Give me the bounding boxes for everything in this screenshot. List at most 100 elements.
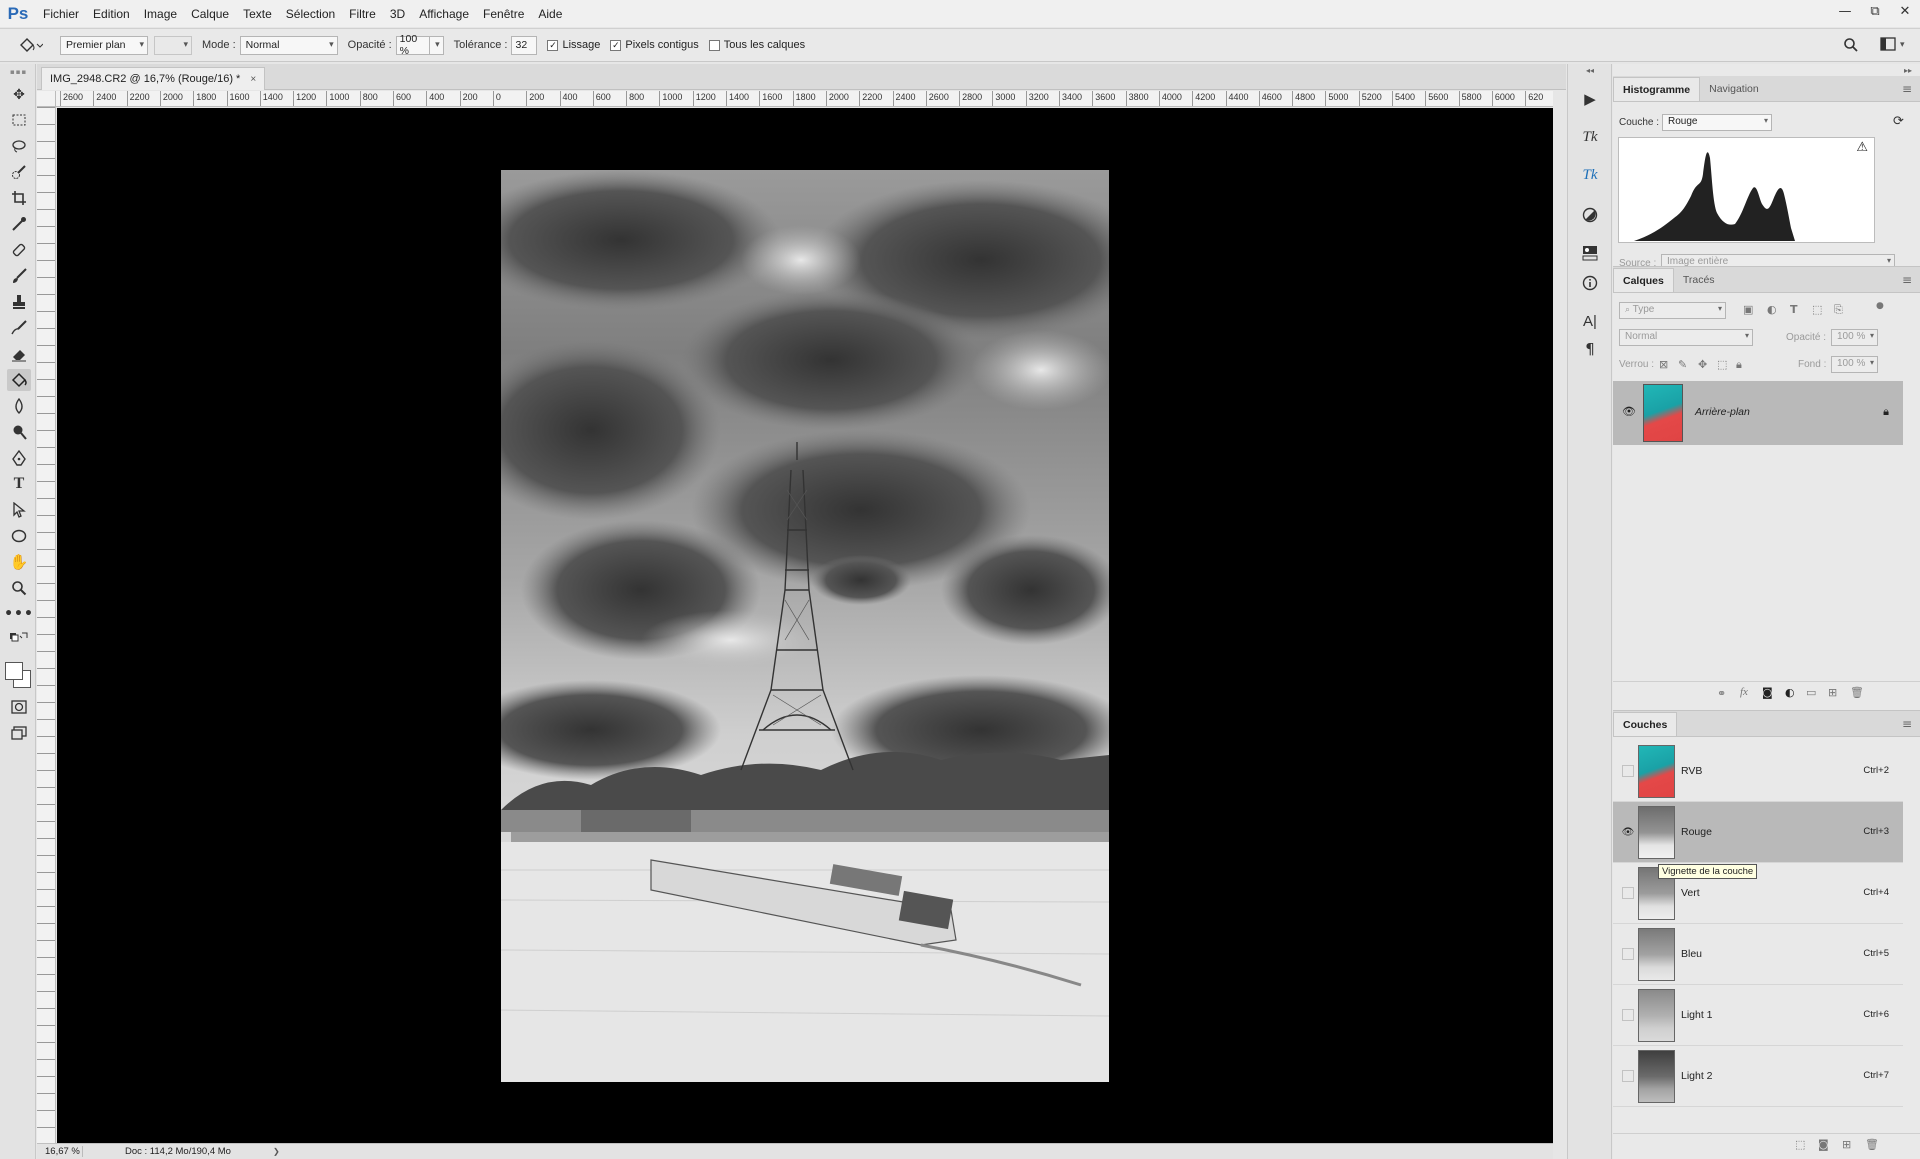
lock-all-icon[interactable]: 🔒︎ <box>1736 358 1742 372</box>
eraser-tool-icon[interactable] <box>7 343 31 365</box>
paint-bucket-tool-icon[interactable] <box>7 369 31 391</box>
channel-row[interactable]: 👁︎ Rouge Ctrl+3 <box>1613 802 1903 863</box>
paragraph-icon[interactable]: ¶ <box>1578 338 1602 360</box>
zoom-tool-icon[interactable] <box>7 577 31 599</box>
channel-row[interactable]: Light 2 Ctrl+7 <box>1613 1046 1903 1107</box>
zoom-level-input[interactable]: 16,67 % <box>37 1146 83 1157</box>
visibility-toggle[interactable] <box>1622 1070 1634 1082</box>
menu-fenetre[interactable]: Fenêtre <box>476 7 531 21</box>
horizontal-ruler[interactable]: 2600 2400 2200 2000 1800 1600 1400 1200 1000 800 6… <box>56 91 1553 107</box>
histogram-channel-select[interactable]: Rouge ▾ <box>1662 114 1772 131</box>
screen-mode-icon[interactable] <box>7 722 31 744</box>
menu-edition[interactable]: Edition <box>86 7 137 21</box>
eye-icon[interactable]: 👁︎ <box>1622 405 1636 418</box>
color-swatches[interactable] <box>5 662 33 690</box>
brush-tool-icon[interactable] <box>7 265 31 287</box>
visibility-toggle[interactable] <box>1622 765 1634 777</box>
crop-tool-icon[interactable] <box>7 187 31 209</box>
panel-menu-icon[interactable]: ≡ <box>1902 273 1912 287</box>
mode-select[interactable]: Normal ▾ <box>239 35 338 55</box>
character-icon[interactable]: A| <box>1578 310 1602 332</box>
menu-calque[interactable]: Calque <box>184 7 236 21</box>
restore-button[interactable]: ⧉ <box>1860 0 1890 22</box>
panel-menu-icon[interactable]: ≡ <box>1902 82 1912 96</box>
info-icon[interactable] <box>1578 272 1602 294</box>
new-group-icon[interactable]: ▭ <box>1806 686 1816 699</box>
filter-shape-icon[interactable]: ⬚ <box>1812 303 1822 316</box>
layer-opacity-input[interactable]: 100 % ▾ <box>1831 329 1878 346</box>
adjustment-layer-icon[interactable]: ◐ <box>1785 686 1795 699</box>
visibility-toggle[interactable] <box>1622 1009 1634 1021</box>
visibility-toggle[interactable] <box>1622 887 1634 899</box>
tk-panel-icon[interactable]: Tk <box>1578 126 1602 148</box>
menu-affichage[interactable]: Affichage <box>412 7 476 21</box>
quick-mask-icon[interactable] <box>7 696 31 718</box>
add-mask-icon[interactable]: ◙ <box>1762 686 1773 699</box>
lock-position-icon[interactable]: ✥ <box>1698 358 1707 371</box>
ellipse-tool-icon[interactable] <box>7 525 31 547</box>
refresh-histogram-icon[interactable]: ⟳ <box>1893 114 1904 129</box>
document-tab[interactable]: IMG_2948.CR2 @ 16,7% (Rouge/16) * × <box>41 67 266 90</box>
hand-tool-icon[interactable]: ✋ <box>7 551 31 573</box>
foreground-color-swatch[interactable] <box>5 662 23 680</box>
trash-icon[interactable]: 🗑︎ <box>1850 686 1864 699</box>
tk-blue-panel-icon[interactable]: Tk <box>1578 164 1602 186</box>
layer-row[interactable]: 👁︎ Arrière-plan 🔒︎ <box>1613 381 1903 445</box>
layer-thumbnail[interactable] <box>1643 384 1683 442</box>
tab-couches[interactable]: Couches <box>1613 712 1678 736</box>
link-layers-icon[interactable]: ⚭ <box>1717 687 1726 700</box>
channel-thumbnail[interactable] <box>1638 806 1675 859</box>
fill-source-select[interactable]: Premier plan ▾ <box>60 35 148 55</box>
channel-thumbnail[interactable] <box>1638 745 1675 798</box>
opacity-dropdown[interactable]: ▾ <box>429 35 444 55</box>
filter-smart-object-icon[interactable]: ⎘ <box>1834 303 1843 317</box>
marquee-tool-icon[interactable] <box>7 109 31 131</box>
load-selection-icon[interactable]: ⬚ <box>1795 1138 1805 1151</box>
swap-colors-icon[interactable] <box>7 626 31 648</box>
channel-row[interactable]: Vert Ctrl+4 <box>1613 863 1903 924</box>
channel-thumbnail[interactable] <box>1638 989 1675 1042</box>
document-image[interactable] <box>501 170 1109 1082</box>
menu-texte[interactable]: Texte <box>236 7 279 21</box>
lock-transparent-icon[interactable]: ⊠ <box>1659 358 1668 371</box>
dodge-tool-icon[interactable] <box>7 421 31 443</box>
adjustments-icon[interactable] <box>1578 204 1602 226</box>
fx-icon[interactable]: fx <box>1740 686 1748 698</box>
tab-navigation[interactable]: Navigation <box>1700 77 1768 101</box>
channel-row[interactable]: RVB Ctrl+2 <box>1613 741 1903 802</box>
menu-fichier[interactable]: Fichier <box>36 7 86 21</box>
pattern-picker[interactable]: ▾ <box>154 35 192 55</box>
panel-menu-icon[interactable]: ≡ <box>1902 717 1912 731</box>
channel-thumbnail[interactable] <box>1638 928 1675 981</box>
smoothing-checkbox[interactable]: ✓ <box>547 39 559 51</box>
panel-grip-icon[interactable]: ▪▪▪ <box>10 68 27 76</box>
layer-filter-select[interactable]: ⌕ Type ▾ <box>1619 302 1726 319</box>
pen-tool-icon[interactable] <box>7 447 31 469</box>
path-selection-tool-icon[interactable] <box>7 499 31 521</box>
workspace-icon[interactable]: ▾ <box>1880 37 1905 51</box>
move-tool-icon[interactable]: ✥ <box>7 84 31 106</box>
filter-pixel-icon[interactable]: ▣ <box>1743 303 1753 316</box>
lasso-tool-icon[interactable] <box>7 135 31 157</box>
new-layer-icon[interactable]: ⊞ <box>1828 686 1837 699</box>
lock-artboard-icon[interactable]: ⬚ <box>1717 358 1727 371</box>
new-channel-icon[interactable]: ⊞ <box>1842 1138 1851 1151</box>
eye-icon[interactable]: 👁︎ <box>1622 826 1635 838</box>
fill-input[interactable]: 100 % ▾ <box>1831 356 1878 373</box>
collapse-arrows-icon[interactable]: ◂◂ <box>1586 66 1594 75</box>
tolerance-input[interactable]: 32 <box>511 35 538 55</box>
type-tool-icon[interactable]: T <box>7 473 31 495</box>
channel-row[interactable]: Bleu Ctrl+5 <box>1613 924 1903 985</box>
ruler-origin[interactable] <box>37 91 56 107</box>
filter-type-icon[interactable]: T <box>1790 303 1798 316</box>
actions-play-icon[interactable]: ▶ <box>1578 88 1602 110</box>
filter-toggle-icon[interactable]: ● <box>1876 301 1884 311</box>
close-window-button[interactable]: ✕ <box>1890 0 1920 22</box>
tab-histogramme[interactable]: Histogramme <box>1613 77 1701 101</box>
menu-filtre[interactable]: Filtre <box>342 7 383 21</box>
channel-row[interactable]: Light 1 Ctrl+6 <box>1613 985 1903 1046</box>
search-icon[interactable] <box>1843 37 1859 56</box>
tab-calques[interactable]: Calques <box>1613 268 1674 292</box>
trash-icon[interactable]: 🗑︎ <box>1865 1138 1879 1151</box>
tab-traces[interactable]: Tracés <box>1674 268 1724 292</box>
